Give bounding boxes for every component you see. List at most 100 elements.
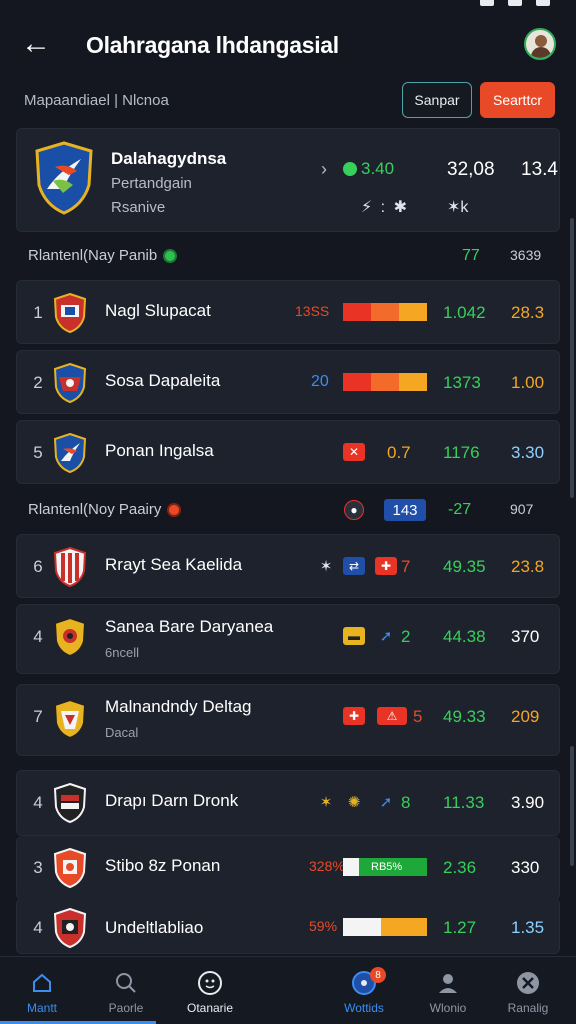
avatar-body [531,47,551,58]
section-2-value-2: 907 [510,501,534,517]
list-item[interactable]: 4 Undeltlabliao 59% 1.27 1.35 [16,898,560,954]
team-crest-icon [53,699,87,739]
status-icons [480,0,550,6]
featured-subtitle: Pertandgain [111,175,192,192]
progress-fill: RB5% [359,858,427,876]
section-1-value: 77 [462,247,480,264]
nav-label: Paorle [108,1001,144,1015]
featured-symbol-k: ✶k [447,199,469,216]
featured-stat-green: 3.40 [343,159,394,179]
featured-stat-3: 13.4 [521,159,558,180]
row-marker: 13SS [295,303,330,319]
progress-bar [343,373,427,391]
row-value-1: 1373 [443,373,481,392]
team-name: Stibo 8z Ponan [105,856,221,875]
rank: 4 [33,627,43,646]
red-card-icon: ✕ [343,443,365,461]
sub-header: Mapaandiael | Nlcnoa Sanpar Searttcr [0,82,576,122]
page-title: Olahragana lhdangasial [86,32,339,58]
nav-label: Otanarie [186,1001,234,1015]
scrollbar[interactable] [570,218,574,498]
team-name: Malnandndy Deltag [105,697,252,716]
nav-label: Mantt [26,1001,57,1015]
nav-item-home[interactable]: Mantt [2,957,82,1024]
transfer-icon: ⇄ [343,557,365,575]
row-mini-value: 0.7 [387,443,411,462]
team-name: Undeltlabliao [105,918,204,937]
nav-label: Ranalig [507,1001,549,1015]
section-1-value-2: 3639 [510,247,542,263]
list-item[interactable]: 3 Stibo 8z Ponan 328% RB5% 2.36 330 [16,836,560,900]
row-value-1: 2.36 [443,858,477,877]
row-mini-value: 7 [401,557,411,576]
penalty-icon: ⚠ [377,707,407,725]
section-header-1: Rlantenl(Nay Panib [28,247,178,264]
list-item[interactable]: 2 Sosa Dapaleita 20 1373 1.00 [16,350,560,414]
settings-icon [514,969,542,997]
team-name: Sanea Bare Daryanea [105,617,274,636]
back-arrow-icon[interactable]: ← [20,28,52,60]
runner-icon: ✶ [319,558,333,575]
user-icon [434,969,462,997]
home-icon [28,969,56,997]
bottom-nav: Mantt Paorle Otanarie 8 Wottids Wlonio R… [0,956,576,1024]
row-value-2: 370 [511,627,540,646]
team-crest-icon [53,363,87,403]
team-subtitle: Dacal [105,725,139,740]
list-item[interactable]: 6 Rrayt Sea Kaelida ✶ ⇄ ✚ 7 49.35 23.8 [16,534,560,598]
section-header-2: Rlantenl(Noy Paairy [28,501,182,518]
progress-fill [343,918,427,936]
red-card-icon: ✚ [375,557,397,575]
alert-icon: ● [344,500,364,520]
team-crest-icon [53,433,87,473]
nav-label: Wottids [344,1001,384,1015]
section-title: Rlantenl(Noy Paairy [28,501,162,518]
status-bar [0,0,576,14]
row-mini-value: 2 [401,627,411,646]
featured-stat-value: 3.40 [361,159,395,178]
avatar-head [535,35,547,47]
progress-fill [343,373,427,391]
progress-fill [343,303,427,321]
scrollbar[interactable] [570,746,574,866]
red-card-icon: ✚ [343,707,365,725]
featured-symbols: ⚡ : ✱ [361,199,409,216]
nav-item-scores[interactable]: Otanarie [170,957,250,1024]
team-crest-icon [53,617,87,657]
list-item[interactable]: 1 Nagl Slupacat 13SS 1.042 28.3 [16,280,560,344]
team-crest-icon [53,547,87,587]
list-item[interactable]: 4 Drapı Darn Dronk ✶ ✺ ➚ 8 11.33 3.90 [16,770,560,836]
featured-team-card[interactable]: Dalahagydnsa Pertandgain Rsanive › 3.40 … [16,128,560,232]
yellow-card-icon: ▬ [343,627,365,645]
nav-item-search[interactable]: Paorle [86,957,166,1024]
row-value-2: 330 [511,858,540,877]
progress-bar: RB5% [343,858,427,876]
section-2-value: -27 [448,501,472,518]
nav-item-settings[interactable]: Ranalig [488,957,568,1024]
primary-button[interactable]: Searttcr [480,82,555,118]
list-item[interactable]: 7 Malnandndy Deltag Dacal ✚ ⚠ 5 49.33 20… [16,684,560,756]
nav-item-profile[interactable]: Wlonio [408,957,488,1024]
status-badge-icon [163,248,178,263]
featured-title: Dalahagydnsa [111,149,227,168]
team-crest-icon [53,293,87,333]
scoreboard-icon [196,969,224,997]
secondary-button[interactable]: Sanpar [402,82,472,118]
list-item[interactable]: 5 Ponan Ingalsa ✕ 0.7 1176 3.30 [16,420,560,484]
row-value-1: 11.33 [443,793,485,812]
arrow-icon: ➚ [379,628,393,645]
app-bar: ← Olahragana lhdangasial [0,22,576,68]
progress-bar [343,303,427,321]
rank: 6 [33,557,43,576]
runner-icon: ✶ [319,794,333,811]
nav-item-explore[interactable]: 8 Wottids [324,957,404,1024]
team-name: Drapı Darn Dronk [105,791,239,810]
rank: 1 [33,303,43,322]
status-dot-icon [343,162,357,176]
list-item[interactable]: 4 Sanea Bare Daryanea 6ncell ▬ ➚ 2 44.38… [16,604,560,674]
arrow-icon: ➚ [379,794,393,811]
avatar[interactable] [524,28,556,60]
search-icon [112,969,140,997]
chevron-right-icon[interactable]: › [321,159,327,180]
rank: 4 [33,918,43,937]
